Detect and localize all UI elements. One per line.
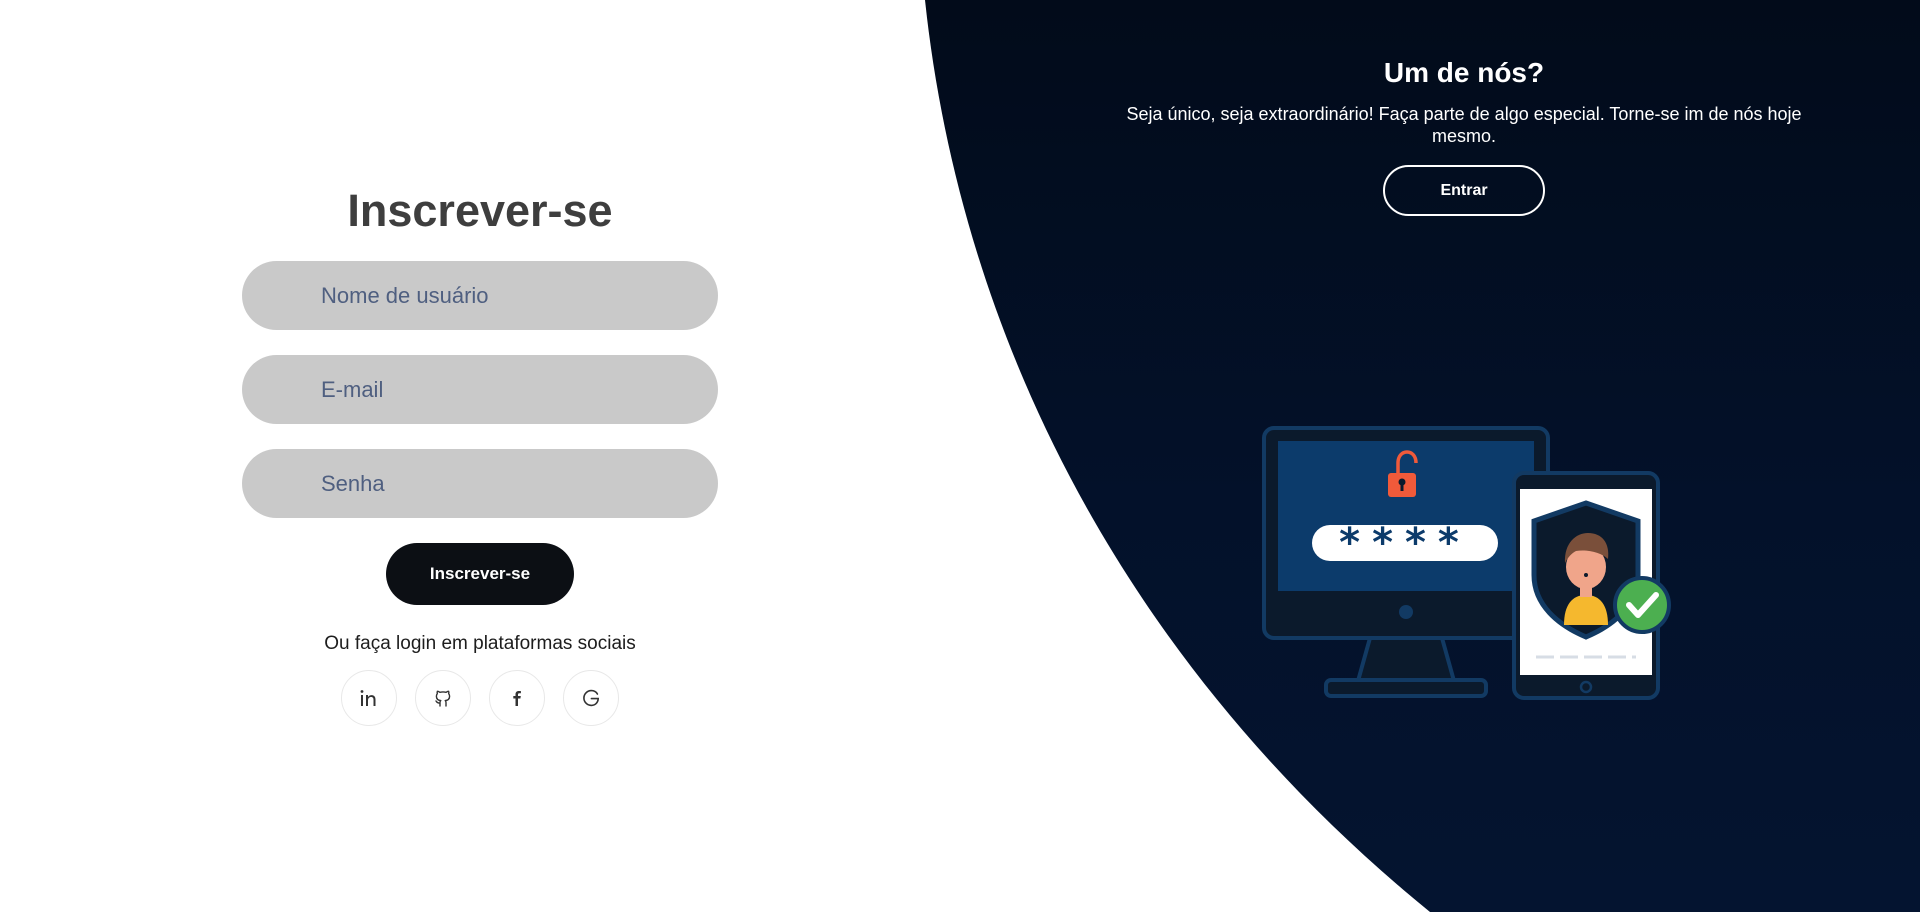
signup-submit-button[interactable]: Inscrever-se (386, 543, 574, 605)
password-input[interactable] (319, 469, 683, 498)
security-illustration: **** (1262, 426, 1671, 700)
username-field-wrapper (242, 261, 718, 330)
social-login-text: Ou faça login em plataformas sociais (324, 633, 636, 654)
monitor-illustration: **** (1262, 426, 1550, 698)
google-icon (583, 689, 600, 707)
phone-illustration (1512, 471, 1671, 700)
signup-title: Inscrever-se (347, 185, 613, 236)
google-button[interactable] (563, 670, 619, 726)
github-button[interactable] (415, 670, 471, 726)
email-input[interactable] (319, 375, 683, 404)
welcome-panel: Um de nós? Seja único, seja extraordinár… (1110, 0, 1818, 216)
password-field-wrapper (242, 449, 718, 518)
signup-form: Inscrever-se Inscrever-se Ou faça login … (242, 0, 718, 726)
panel-description: Seja único, seja extraordinário! Faça pa… (1126, 104, 1802, 146)
panel-title: Um de nós? (1383, 57, 1545, 88)
facebook-button[interactable] (489, 670, 545, 726)
login-button[interactable]: Entrar (1383, 165, 1545, 216)
email-field-wrapper (242, 355, 718, 424)
linkedin-button[interactable] (341, 670, 397, 726)
facebook-icon (513, 691, 521, 706)
linkedin-icon (360, 690, 376, 706)
user-avatar-icon (1564, 533, 1609, 625)
username-input[interactable] (319, 281, 683, 310)
password-mask-text: **** (1339, 520, 1471, 566)
github-icon (435, 690, 451, 707)
checkmark-icon (1613, 576, 1671, 634)
social-buttons (341, 670, 619, 726)
